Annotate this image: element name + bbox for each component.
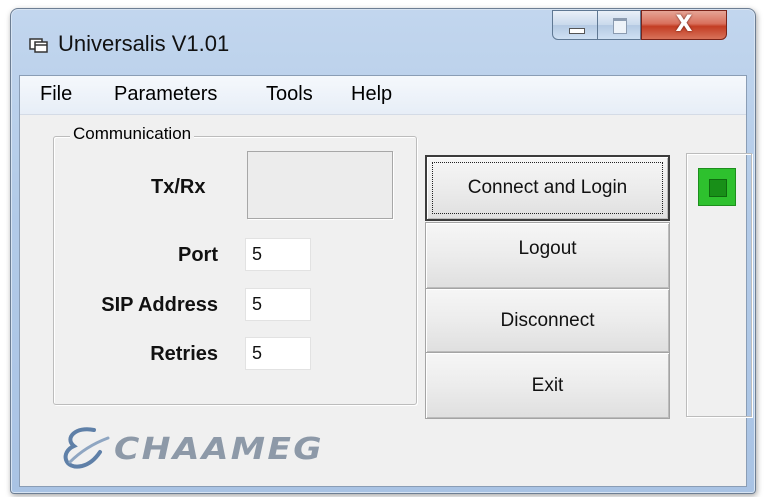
logo-text: CHAAMEG [114,432,324,467]
exit-button[interactable]: Exit [425,352,670,419]
sip-address-input[interactable]: 5 [245,288,311,321]
logout-button[interactable]: Logout [425,222,670,289]
maximize-button[interactable] [597,10,641,40]
minimize-button[interactable] [552,10,598,40]
connect-and-login-button[interactable]: Connect and Login [425,155,670,221]
minimize-icon [569,28,585,34]
communication-group-title: Communication [70,124,195,144]
retries-input[interactable]: 5 [245,337,311,370]
port-input[interactable]: 5 [245,238,311,271]
title-bar[interactable]: Universalis V1.01 X [11,9,755,75]
maximize-icon [613,18,627,34]
retries-label: Retries [150,343,218,365]
disconnect-button[interactable]: Disconnect [425,288,670,353]
logo-swirl-icon [63,427,110,469]
txrx-label: Tx/Rx [151,176,206,198]
app-window-icon [29,38,48,53]
focus-ring [432,162,663,214]
window-title: Universalis V1.01 [58,31,230,56]
status-panel [686,153,752,417]
port-label: Port [178,244,218,266]
txrx-indicator [247,151,393,219]
status-led-icon [698,168,736,206]
app-window: Universalis V1.01 X File Parameters Tool… [10,8,756,494]
close-icon: X [675,12,693,37]
menu-help[interactable]: Help [351,83,392,106]
menu-parameters[interactable]: Parameters [114,83,217,106]
menu-file[interactable]: File [40,83,72,106]
menu-tools[interactable]: Tools [266,83,313,106]
communication-group: Communication Tx/Rx Port 5 SIP Address 5… [53,124,417,405]
status-led-core [709,179,727,197]
client-area: File Parameters Tools Help Communication… [19,75,752,487]
sip-address-label: SIP Address [101,294,218,316]
menu-bar: File Parameters Tools Help [20,76,746,115]
company-logo: CHAAMEG [56,424,336,474]
close-button[interactable]: X [641,10,727,40]
